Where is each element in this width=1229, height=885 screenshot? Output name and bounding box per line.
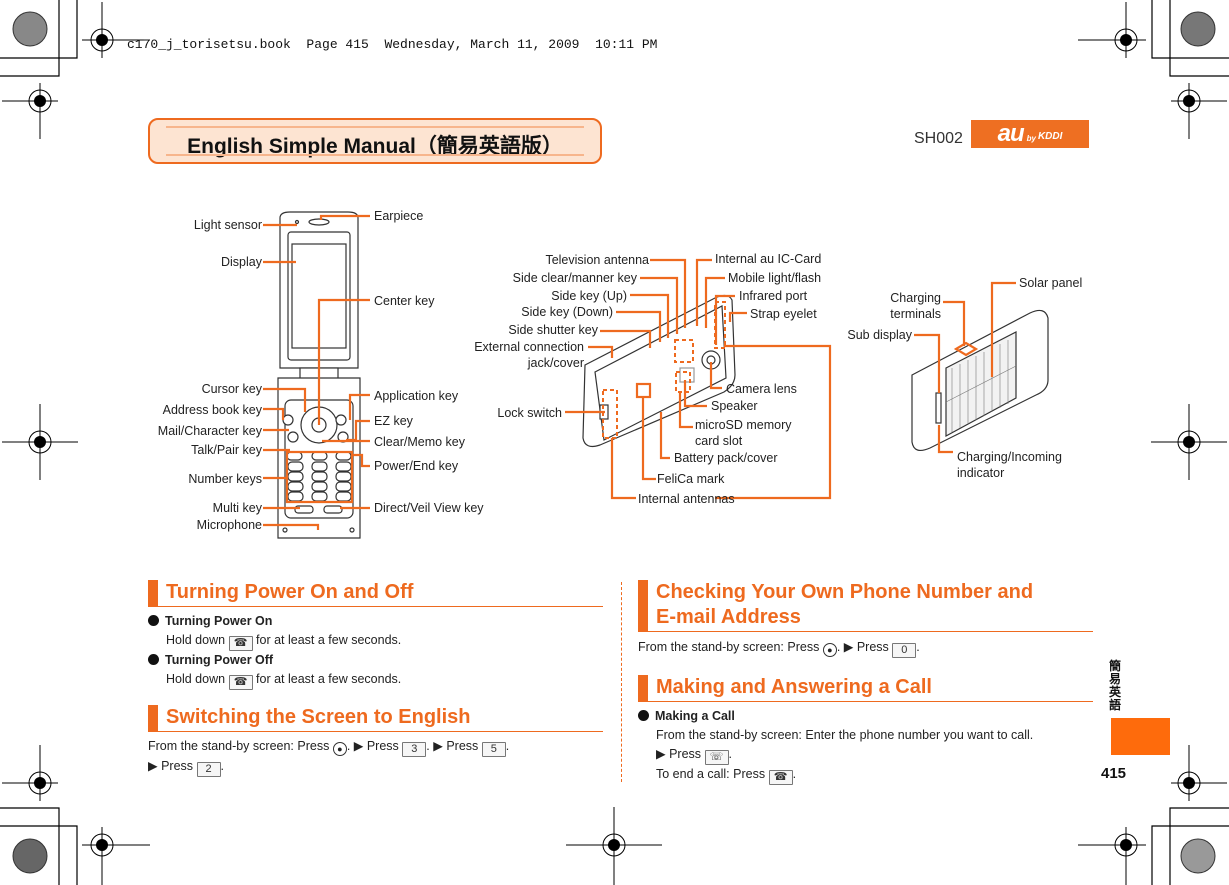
end-key-icon: ☎ [228, 675, 253, 690]
section-heading-own-number: Checking Your Own Phone Number and E-mail… [638, 580, 1093, 632]
section-heading-call: Making and Answering a Call [638, 675, 1093, 702]
side-tab-marker [1111, 718, 1170, 755]
heading-bar [148, 580, 158, 606]
text: . [728, 747, 733, 761]
column-divider [621, 582, 622, 782]
label-mobile-light-flash: Mobile light/flash [728, 271, 822, 285]
label-internal-au-ic-card: Internal au IC-Card [715, 252, 822, 266]
label-power-end-key: Power/End key [374, 459, 459, 473]
label-internal-antennas: Internal antennas [638, 492, 735, 506]
label-sub-display: Sub display [847, 328, 912, 342]
item-title: Making a Call [655, 709, 735, 723]
heading-bar [148, 705, 158, 731]
bullet-icon [148, 615, 159, 626]
label-charging: Charging [890, 291, 941, 305]
label-clear-memo-key: Clear/Memo key [374, 435, 465, 449]
label-card-slot: card slot [695, 434, 743, 448]
bullet-icon [148, 654, 159, 665]
heading-line: E-mail Address [656, 606, 801, 628]
text: From the stand-by screen: Enter the phon… [656, 728, 1034, 742]
label-side-key-up: Side key (Up) [551, 289, 627, 303]
label-side-key-down: Side key (Down) [521, 305, 613, 319]
label-lock-switch: Lock switch [497, 406, 562, 420]
label-number-keys: Number keys [188, 472, 262, 486]
text: . [792, 767, 797, 781]
text: for at least a few seconds. [256, 633, 402, 647]
label-direct-veil-view-key: Direct/Veil View key [374, 501, 484, 515]
label-infrared-port: Infrared port [739, 289, 808, 303]
section-heading-english: Switching the Screen to English [148, 705, 603, 732]
key-2-icon: 2 [196, 762, 221, 777]
heading-bar [638, 675, 648, 701]
text: . [916, 640, 920, 654]
label-terminals: terminals [890, 307, 941, 321]
label-felica-mark: FeliCa mark [657, 472, 725, 486]
label-microsd-memory: microSD memory [695, 418, 792, 432]
call-instructions: Making a Call From the stand-by screen: … [638, 707, 1033, 785]
text: To end a call: Press [656, 767, 766, 781]
label-strap-eyelet: Strap eyelet [750, 307, 817, 321]
label-side-clear-manner-key: Side clear/manner key [512, 271, 637, 285]
heading-text: Checking Your Own Phone Number and E-mail… [656, 580, 1033, 630]
label-speaker: Speaker [711, 399, 758, 413]
text: From the stand-by screen: Press [148, 739, 330, 753]
heading-text: Switching the Screen to English [166, 706, 471, 728]
end-key-icon: ☎ [228, 636, 253, 651]
talk-key-icon: ☏ [704, 750, 729, 765]
bullet-icon [638, 710, 649, 721]
own-number-instructions: From the stand-by screen: Press ●. ▶ Pre… [638, 638, 920, 658]
end-key-icon: ☎ [768, 770, 793, 785]
text: . [220, 759, 225, 773]
label-cursor-key: Cursor key [201, 382, 262, 396]
label-mail-character-key: Mail/Character key [157, 424, 262, 438]
key-0-icon: 0 [892, 643, 917, 658]
label-application-key: Application key [374, 389, 459, 403]
section-heading-power: Turning Power On and Off [148, 580, 603, 607]
label-talk-pair-key: Talk/Pair key [191, 443, 262, 457]
center-key-icon: ● [332, 742, 347, 756]
phone-closed-illustration [911, 309, 1049, 452]
label-earpiece: Earpiece [374, 209, 424, 223]
center-key-icon: ● [822, 643, 837, 657]
heading-line: Checking Your Own Phone Number and [656, 581, 1034, 603]
label-battery-pack-cover: Battery pack/cover [674, 451, 778, 465]
label-jack-cover: jack/cover [527, 356, 584, 370]
text: ▶ Press [148, 759, 194, 773]
label-center-key: Center key [374, 294, 435, 308]
text: Hold down [166, 633, 226, 647]
side-tab-label: 簡易英語 [1109, 659, 1122, 712]
page-number: 415 [1101, 765, 1127, 782]
label-side-shutter-key: Side shutter key [508, 323, 598, 337]
label-microphone: Microphone [196, 518, 262, 532]
label-indicator: indicator [957, 466, 1005, 480]
label-light-sensor: Light sensor [193, 218, 262, 232]
label-camera-lens: Camera lens [726, 382, 797, 396]
key-5-icon: 5 [481, 742, 506, 757]
key-3-icon: 3 [402, 742, 427, 757]
heading-bar [638, 580, 648, 631]
text: From the stand-by screen: Press [638, 640, 820, 654]
label-charging-incoming: Charging/Incoming [957, 450, 1062, 464]
heading-text: Making and Answering a Call [656, 676, 932, 698]
text: for at least a few seconds. [256, 672, 402, 686]
label-ez-key: EZ key [374, 414, 413, 428]
heading-text: Turning Power On and Off [166, 581, 414, 603]
text: . [505, 739, 510, 753]
text: ▶ Press [656, 747, 702, 761]
text: . ▶ Press [426, 739, 479, 753]
label-multi-key: Multi key [212, 501, 262, 515]
label-solar-panel: Solar panel [1019, 276, 1083, 290]
power-on-item: Turning Power On Hold down ☎ for at leas… [148, 612, 401, 690]
label-display: Display [221, 255, 262, 269]
item-title: Turning Power Off [165, 653, 274, 667]
item-title: Turning Power On [165, 614, 273, 628]
text: . ▶ Press [836, 640, 889, 654]
label-address-book-key: Address book key [162, 403, 262, 417]
text: . ▶ Press [346, 739, 399, 753]
english-instructions: From the stand-by screen: Press ●. ▶ Pre… [148, 737, 509, 777]
label-external-connection: External connection [474, 340, 584, 354]
label-television-antenna: Television antenna [545, 253, 649, 267]
text: Hold down [166, 672, 226, 686]
